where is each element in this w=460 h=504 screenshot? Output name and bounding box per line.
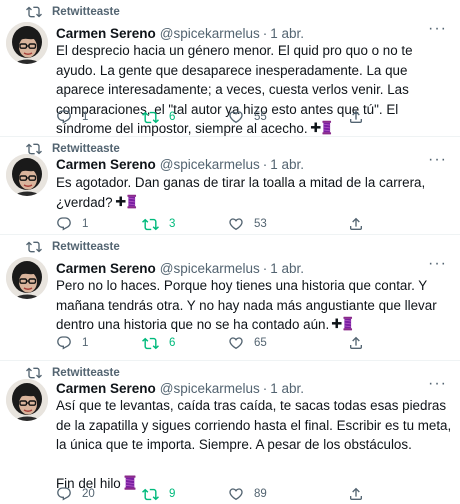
- tweet-date[interactable]: 1 abr.: [270, 26, 304, 41]
- author-handle[interactable]: @spicekarmelus: [160, 26, 260, 41]
- tweet-header: Carmen Sereno @spicekarmelus · 1 abr.: [56, 259, 304, 277]
- share-icon: [350, 110, 362, 123]
- retweeted-label: Retwitteaste: [52, 241, 120, 253]
- retweeted-indicator: Retwitteaste: [26, 239, 120, 255]
- author-handle[interactable]: @spicekarmelus: [160, 381, 260, 396]
- tweet-text-container: Pero no lo haces. Porque hoy tienes una …: [56, 276, 452, 335]
- more-icon[interactable]: ···: [428, 256, 446, 277]
- reply-count: 1: [82, 337, 89, 349]
- like-button[interactable]: 53: [228, 216, 314, 232]
- tweet-date[interactable]: 1 abr.: [270, 157, 304, 172]
- tweet-text: Así que te levantas, caída tras caída, t…: [56, 398, 452, 452]
- separator: ·: [262, 260, 268, 276]
- retweet-button[interactable]: 6: [142, 109, 228, 126]
- author-name[interactable]: Carmen Sereno: [56, 157, 156, 172]
- like-count: 65: [254, 337, 267, 349]
- tweet[interactable]: Retwitteaste Carmen Sereno @spicekarmelu…: [0, 137, 460, 235]
- like-button[interactable]: 65: [228, 335, 314, 351]
- reply-button[interactable]: 1: [56, 216, 142, 232]
- reply-icon: [57, 336, 71, 350]
- tweet-actions: 1 6 65: [56, 334, 446, 352]
- tweet-actions: 1 3 53: [56, 215, 446, 233]
- author-name[interactable]: Carmen Sereno: [56, 261, 156, 276]
- like-button[interactable]: 89: [228, 486, 314, 502]
- more-icon[interactable]: ···: [428, 152, 446, 173]
- separator: ·: [262, 156, 268, 172]
- retweeted-label: Retwitteaste: [52, 6, 120, 18]
- author-handle[interactable]: @spicekarmelus: [160, 261, 260, 276]
- heart-icon: [229, 111, 243, 124]
- tweet-header: Carmen Sereno @spicekarmelus · 1 abr.: [56, 155, 304, 173]
- thread-plus-spool-icon: [331, 316, 353, 331]
- retweet-count: 3: [169, 218, 176, 230]
- retweet-count: 9: [169, 488, 176, 500]
- tweet-header: Carmen Sereno @spicekarmelus · 1 abr.: [56, 379, 304, 397]
- retweet-count: 6: [169, 337, 176, 349]
- tweet-text-container: Es agotador. Dan ganas de tirar la toall…: [56, 173, 452, 212]
- tweet-text: Es agotador. Dan ganas de tirar la toall…: [56, 175, 426, 210]
- avatar[interactable]: [6, 154, 48, 196]
- share-icon: [350, 336, 362, 349]
- author-name[interactable]: Carmen Sereno: [56, 381, 156, 396]
- reply-icon: [57, 487, 71, 501]
- like-button[interactable]: 55: [228, 109, 314, 125]
- like-count: 89: [254, 488, 267, 500]
- share-icon: [350, 487, 362, 500]
- like-count: 55: [254, 111, 267, 123]
- reply-button[interactable]: 1: [56, 109, 142, 125]
- separator: ·: [262, 25, 268, 41]
- avatar[interactable]: [6, 379, 48, 421]
- tweet-date[interactable]: 1 abr.: [270, 381, 304, 396]
- heart-icon: [229, 218, 243, 231]
- like-count: 53: [254, 218, 267, 230]
- retweet-button[interactable]: 9: [142, 486, 228, 503]
- retweeted-label: Retwitteaste: [52, 367, 120, 379]
- retweet-icon: [142, 337, 159, 349]
- avatar[interactable]: [6, 257, 48, 299]
- reply-icon: [57, 110, 71, 124]
- author-handle[interactable]: @spicekarmelus: [160, 157, 260, 172]
- retweet-icon: [142, 218, 159, 230]
- retweeted-indicator: Retwitteaste: [26, 4, 120, 20]
- reply-icon: [57, 217, 71, 231]
- share-icon: [350, 217, 362, 230]
- tweet-text-container: Así que te levantas, caída tras caída, t…: [56, 396, 452, 493]
- reply-button[interactable]: 1: [56, 335, 142, 351]
- tweet[interactable]: Retwitteaste Carmen Sereno @spicekarmelu…: [0, 0, 460, 137]
- reply-count: 1: [82, 111, 89, 123]
- share-button[interactable]: [348, 109, 388, 125]
- more-icon[interactable]: ···: [428, 21, 446, 42]
- reply-button[interactable]: 20: [56, 486, 142, 502]
- retweet-button[interactable]: 6: [142, 335, 228, 352]
- share-button[interactable]: [348, 486, 388, 502]
- share-button[interactable]: [348, 216, 388, 232]
- more-icon[interactable]: ···: [428, 376, 446, 397]
- retweeted-label: Retwitteaste: [52, 143, 120, 155]
- retweet-count: 6: [169, 111, 176, 123]
- retweet-icon: [142, 111, 159, 123]
- heart-icon: [229, 488, 243, 501]
- share-button[interactable]: [348, 335, 388, 351]
- tweet-actions: 20 9 89: [56, 485, 446, 503]
- retweet-icon: [26, 6, 42, 18]
- heart-icon: [229, 337, 243, 350]
- tweet-actions: 1 6 55: [56, 108, 446, 126]
- reply-count: 20: [82, 488, 95, 500]
- retweet-icon: [26, 241, 42, 253]
- separator: ·: [262, 380, 268, 396]
- reply-count: 1: [82, 218, 89, 230]
- avatar[interactable]: [6, 22, 48, 64]
- retweet-icon: [142, 488, 159, 500]
- tweet-header: Carmen Sereno @spicekarmelus · 1 abr.: [56, 24, 304, 42]
- tweet[interactable]: Retwitteaste Carmen Sereno @spicekarmelu…: [0, 361, 460, 504]
- retweet-button[interactable]: 3: [142, 216, 228, 233]
- tweet-date[interactable]: 1 abr.: [270, 261, 304, 276]
- tweet[interactable]: Retwitteaste Carmen Sereno @spicekarmelu…: [0, 235, 460, 361]
- thread-plus-spool-icon: [115, 193, 137, 209]
- tweet-text: Pero no lo haces. Porque hoy tienes una …: [56, 278, 437, 332]
- author-name[interactable]: Carmen Sereno: [56, 26, 156, 41]
